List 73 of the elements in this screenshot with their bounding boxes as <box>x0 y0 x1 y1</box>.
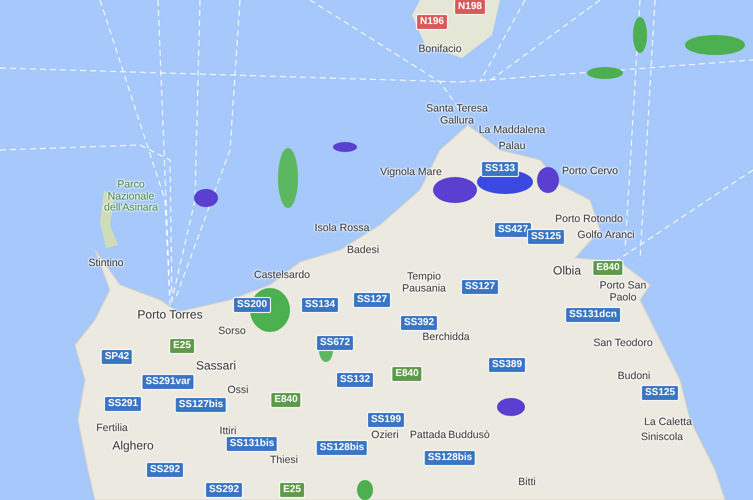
radar-echo <box>537 167 559 193</box>
road-shield: E840 <box>391 366 423 382</box>
place-label: Porto Rotondo <box>555 214 623 226</box>
place-label: Pattada <box>410 430 446 442</box>
road-shield: SS127bis <box>174 397 228 413</box>
place-label: Tempio Pausania <box>401 271 447 295</box>
park-label: Parco Nazionale dell'Asinara <box>103 180 159 214</box>
road-shield: SS672 <box>316 335 354 351</box>
place-label: Ittiri <box>220 426 236 438</box>
place-label: Vignola Mare <box>380 167 442 179</box>
road-shield: E25 <box>169 338 195 354</box>
road-shield: SS199 <box>366 412 406 428</box>
place-label: Olbia <box>553 264 581 278</box>
place-label: Porto Cervo <box>562 166 618 178</box>
place-label: Stintino <box>88 258 124 270</box>
road-shield: SS125 <box>526 229 566 245</box>
place-label: Bitti <box>518 477 536 489</box>
place-label: Thiesi <box>270 455 298 467</box>
road-shield: SS133 <box>480 161 520 177</box>
place-label: Alghero <box>112 439 154 453</box>
place-label: La Caletta <box>644 417 692 429</box>
road-shield: SS292 <box>204 482 244 498</box>
road-shield: E840 <box>270 392 302 408</box>
road-shield: SS131bis <box>226 436 278 452</box>
radar-echo <box>194 189 218 207</box>
radar-echo <box>633 17 647 53</box>
place-label: La Maddalena <box>478 125 546 137</box>
place-label: San Teodoro <box>593 338 653 350</box>
place-label: Golfo Aranci <box>577 230 635 242</box>
road-shield: SS389 <box>488 357 526 373</box>
place-label: Siniscola <box>640 432 684 444</box>
place-label: Bonifacio <box>418 44 462 56</box>
place-label: Berchidda <box>422 332 470 344</box>
road-shield: SS392 <box>400 315 438 331</box>
place-label: Ozieri <box>371 430 399 442</box>
place-label: Palau <box>498 141 526 153</box>
road-shield: SS131dcn <box>565 307 621 323</box>
radar-echo <box>685 35 745 55</box>
radar-echo <box>278 148 298 208</box>
radar-echo <box>587 67 623 79</box>
road-shield: SS292 <box>146 462 184 478</box>
road-shield: SS134 <box>300 297 340 313</box>
place-label: Castelsardo <box>254 270 310 282</box>
radar-echo <box>357 480 373 500</box>
place-label: Badesi <box>346 245 380 257</box>
place-label: Ossi <box>228 385 248 397</box>
road-shield: SS427 <box>494 222 532 238</box>
road-shield: SS128bis <box>316 440 368 456</box>
radar-echo <box>433 177 477 203</box>
place-label: Porto San Paolo <box>598 280 648 304</box>
road-shield: N196 <box>416 14 448 30</box>
place-label: Santa Teresa Gallura <box>425 103 488 126</box>
road-shield: SS291var <box>141 374 195 390</box>
road-shield: E840 <box>592 260 624 276</box>
radar-echo <box>497 398 525 416</box>
place-label: Sorso <box>218 326 246 338</box>
road-shield: N198 <box>454 0 486 15</box>
place-label: Buddusò <box>448 430 490 442</box>
place-label: Budoni <box>618 371 650 383</box>
place-label: Isola Rossa <box>314 223 370 235</box>
road-shield: SS291 <box>104 396 142 412</box>
road-shield: SS127 <box>352 292 392 308</box>
place-label: Porto Torres <box>137 308 203 322</box>
place-label: Fertilia <box>96 423 128 435</box>
road-shield: SP42 <box>100 349 134 365</box>
road-shield: SS200 <box>232 297 272 313</box>
road-shield: SS127 <box>460 279 500 295</box>
place-label: Sassari <box>196 359 236 373</box>
road-shield: E25 <box>279 482 305 498</box>
road-shield: SS132 <box>336 372 374 388</box>
road-shield: SS128bis <box>424 450 476 466</box>
radar-echo <box>333 142 357 152</box>
road-shield: SS125 <box>640 385 680 401</box>
